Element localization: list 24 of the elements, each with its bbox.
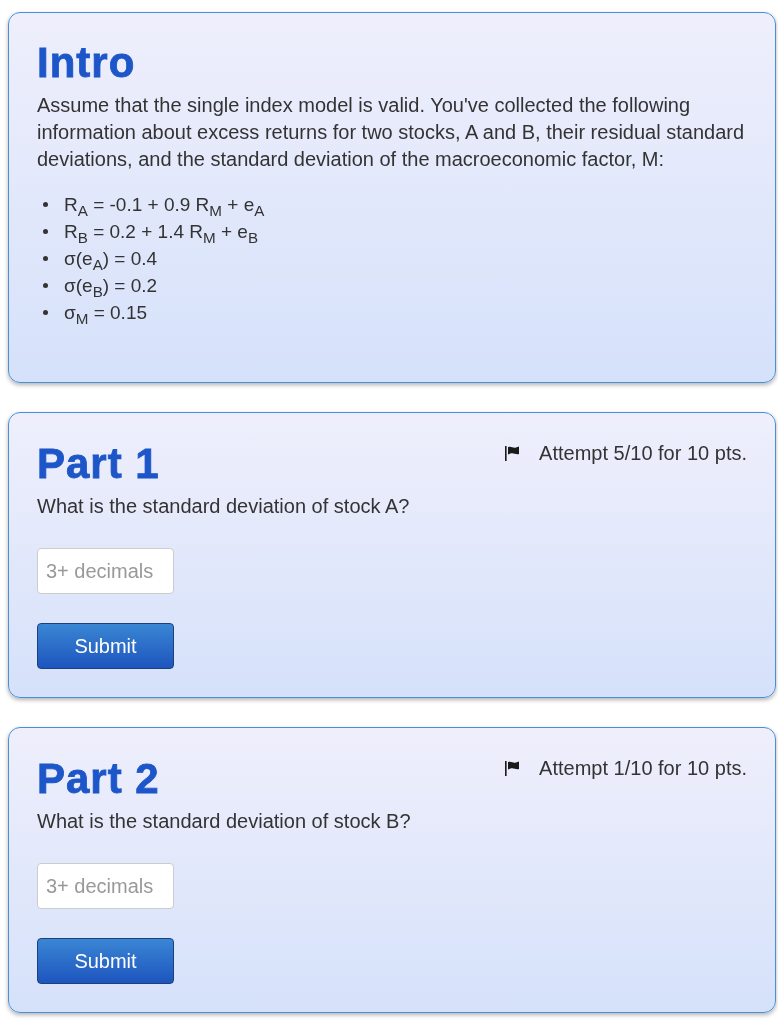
formula-text: σ(e$_{A}$) = 0.4: [64, 247, 158, 272]
bullet-icon: [43, 256, 48, 261]
attempt-text: Attempt 5/10 for 10 pts.: [539, 441, 747, 466]
answer-input[interactable]: 3+ decimals: [37, 548, 174, 594]
bullet-icon: [43, 283, 48, 288]
formula-text: σ$_{M}$ = 0.15: [64, 301, 148, 326]
flag-icon[interactable]: [505, 446, 520, 461]
attempt-text: Attempt 1/10 for 10 pts.: [539, 756, 747, 781]
part-title: Part 2: [37, 755, 160, 803]
formula-text: R$_{A}$ = -0.1 + 0.9 R$_{M}$ + e$_{A}$: [64, 193, 265, 218]
question-text: What is the standard deviation of stock B?: [37, 809, 412, 834]
part-title: Part 1: [37, 440, 160, 488]
formula-text: R$_{B}$ = 0.2 + 1.4 R$_{M}$ + e$_{B}$: [64, 220, 259, 245]
answer-input[interactable]: 3+ decimals: [37, 863, 174, 909]
bullet-icon: [43, 310, 48, 315]
formula-text: σ(e$_{B}$) = 0.2: [64, 274, 158, 299]
submit-button[interactable]: Submit: [37, 938, 174, 984]
question-text: What is the standard deviation of stock A?: [37, 494, 411, 519]
bullet-icon: [43, 202, 48, 207]
bullet-icon: [43, 229, 48, 234]
flag-icon[interactable]: [505, 761, 520, 776]
intro-paragraph: Assume that the single index model is valid. You've collected the following information about excess returns for two stocks, A and B, their residual standard deviations, and the standard deviation of the macroeconomic factor, M:: [37, 93, 746, 172]
submit-button[interactable]: Submit: [37, 623, 174, 669]
section-title: Intro: [37, 39, 137, 87]
